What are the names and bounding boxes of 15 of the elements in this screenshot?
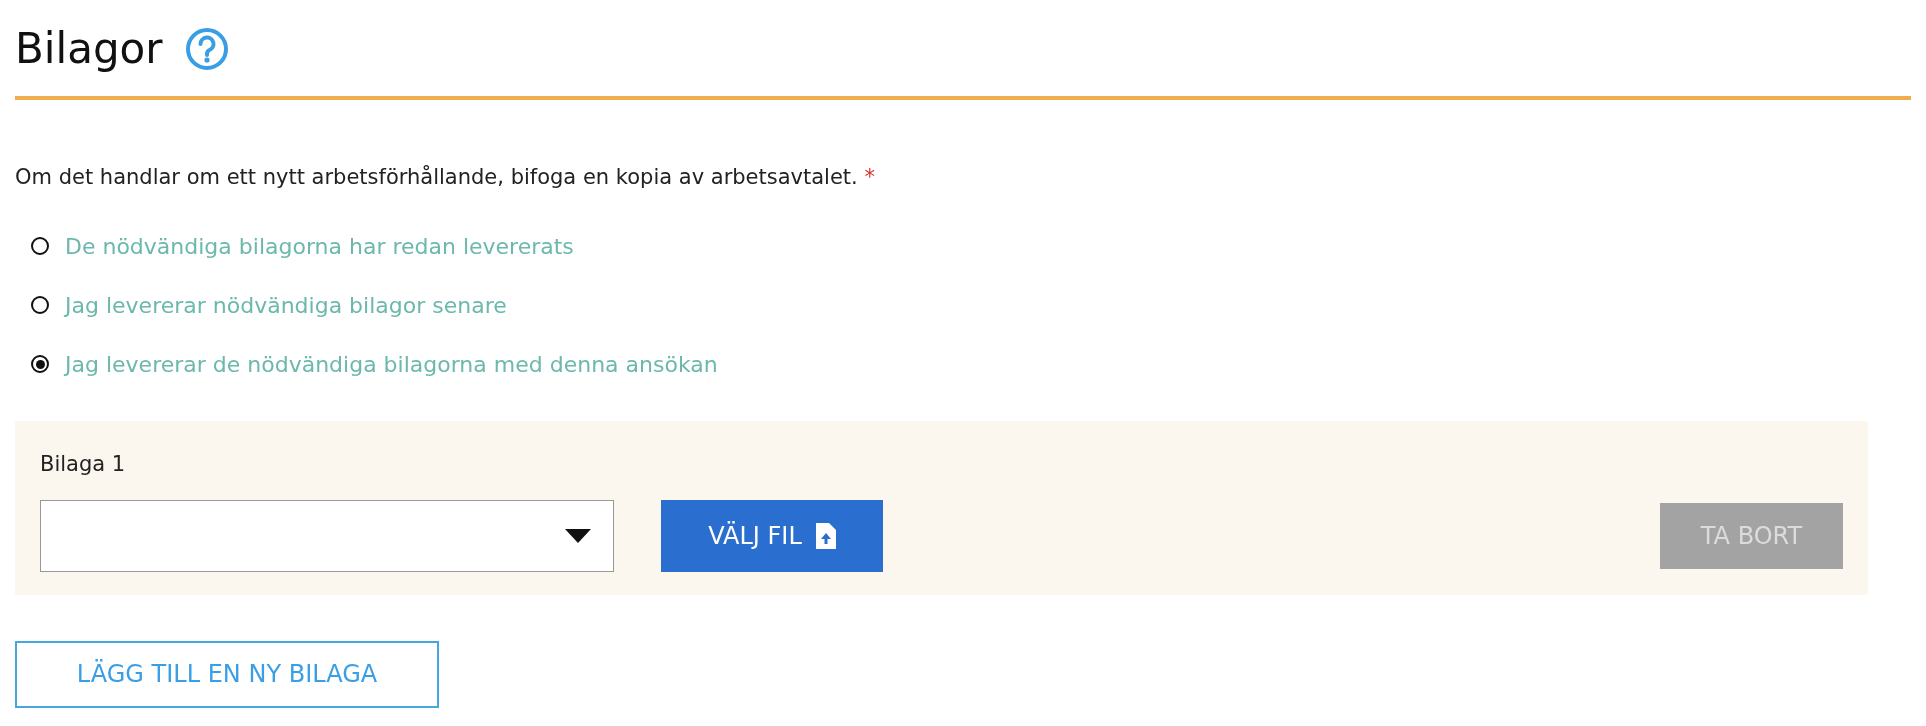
- caret-icon: [565, 529, 591, 543]
- radio-icon[interactable]: [31, 237, 49, 255]
- choose-file-button[interactable]: VÄLJ FIL: [661, 500, 883, 572]
- radio-icon[interactable]: [31, 296, 49, 314]
- file-select[interactable]: [40, 500, 614, 572]
- add-attachment-button[interactable]: LÄGG TILL EN NY BILAGA: [15, 640, 439, 708]
- file-upload-icon: [815, 523, 836, 549]
- section-title: Bilagor: [15, 28, 163, 70]
- radio-icon[interactable]: [31, 355, 49, 373]
- radio-option[interactable]: Jag levererar nödvändiga bilagor senare: [31, 288, 507, 322]
- attachment-label: Bilaga 1: [40, 450, 126, 478]
- radio-option[interactable]: Jag levererar de nödvändiga bilagorna med denna ansökan: [31, 347, 718, 381]
- question-text: Om det handlar om ett nytt arbetsförhållande, bifoga en kopia av arbetsavtalet. *: [15, 164, 876, 191]
- help-icon[interactable]: [184, 27, 229, 71]
- radio-option[interactable]: De nödvändiga bilagorna har redan levererats: [31, 229, 574, 263]
